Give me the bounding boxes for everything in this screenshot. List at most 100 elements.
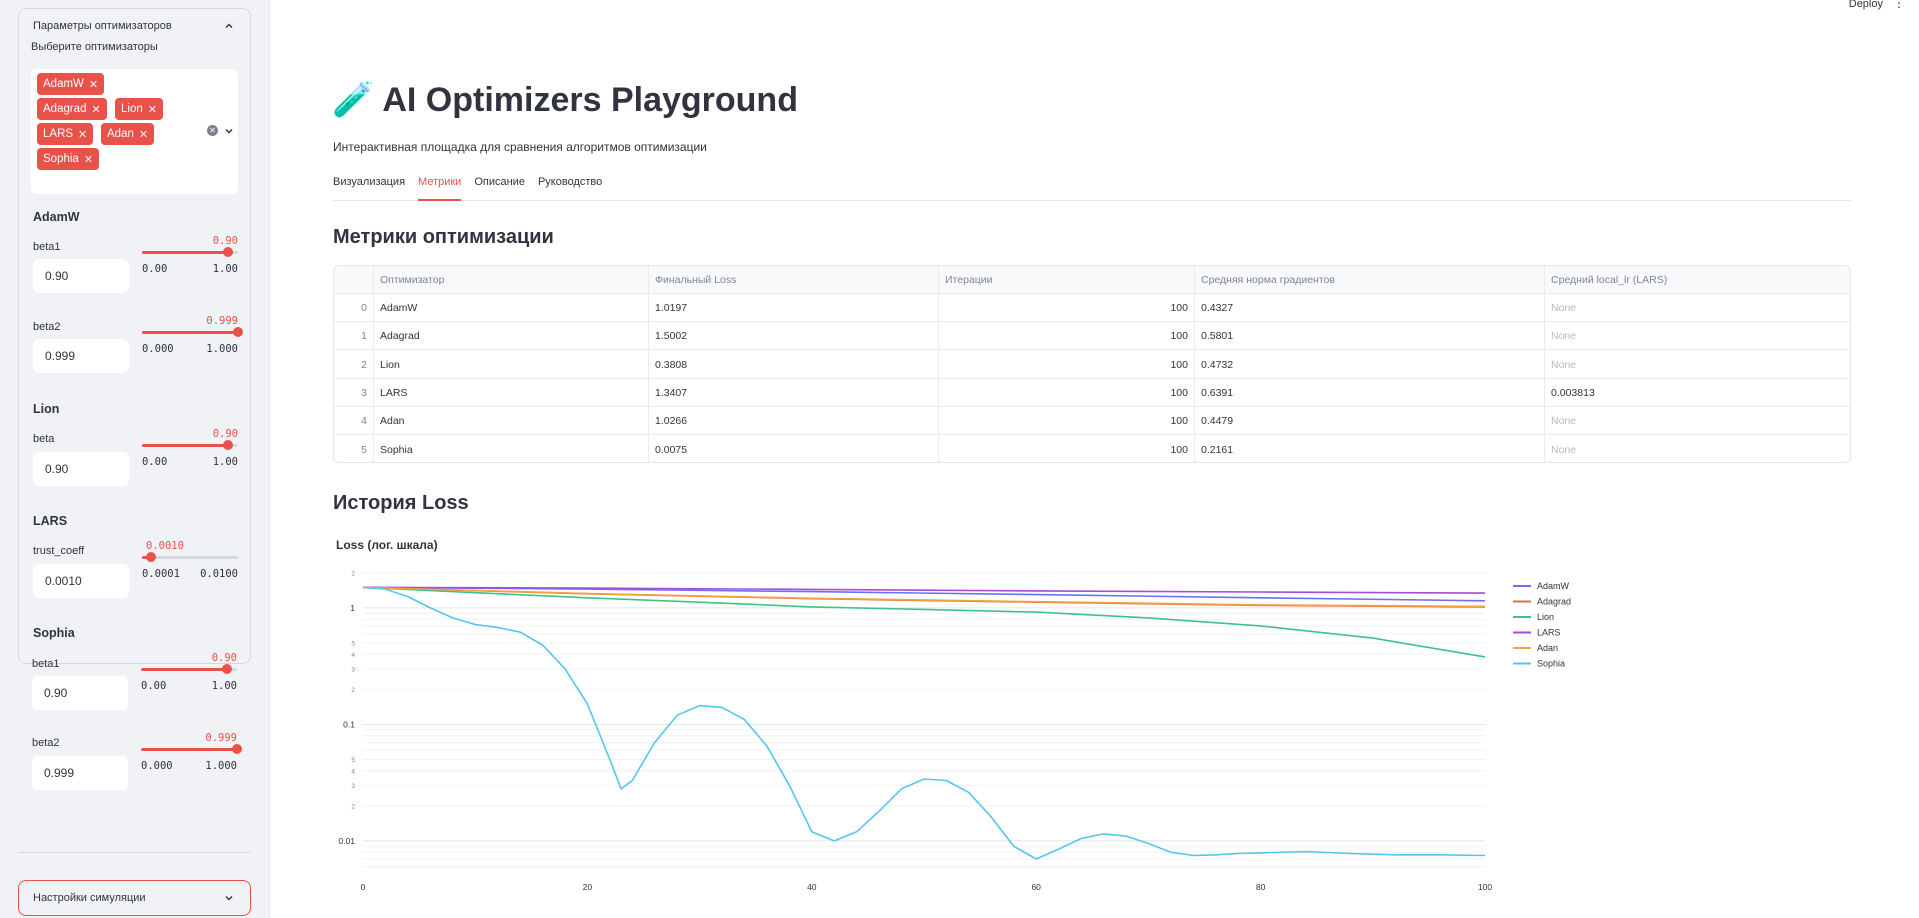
table-header-cell[interactable]: Финальный Loss xyxy=(649,266,939,294)
table-row[interactable]: 5 Sophia 0.0075 100 0.2161 None xyxy=(334,435,1850,463)
tab-description[interactable]: Описание xyxy=(474,176,525,201)
remove-tag-icon[interactable]: ✕ xyxy=(89,78,98,91)
adamw-beta2-input[interactable]: 0.999 xyxy=(33,339,129,373)
remove-tag-icon[interactable]: ✕ xyxy=(139,128,148,141)
table-cell[interactable]: 100 xyxy=(939,322,1195,351)
adamw-beta1-slider[interactable]: 0.90 0.00 1.00 xyxy=(142,235,238,275)
tag-adan[interactable]: Adan ✕ xyxy=(101,123,155,145)
table-cell[interactable]: 0.3808 xyxy=(649,350,939,379)
tab-visualization[interactable]: Визуализация xyxy=(333,176,405,201)
slider-thumb[interactable] xyxy=(223,247,234,257)
table-cell[interactable]: None xyxy=(1545,436,1850,463)
table-cell[interactable]: 4 xyxy=(334,407,374,436)
table-cell[interactable]: 0.6391 xyxy=(1195,378,1545,407)
remove-tag-icon[interactable]: ✕ xyxy=(91,103,100,116)
chevron-up-icon[interactable] xyxy=(222,19,236,33)
sim-settings-expander[interactable]: Настройки симуляции xyxy=(18,880,251,916)
menu-icon[interactable]: ⋮ xyxy=(1893,0,1905,10)
table-row[interactable]: 1 Adagrad 1.5002 100 0.5801 None xyxy=(334,322,1850,351)
table-cell[interactable]: 0.0075 xyxy=(649,435,939,462)
table-cell[interactable]: Adan xyxy=(374,407,649,436)
remove-tag-icon[interactable]: ✕ xyxy=(148,103,157,116)
table-cell[interactable]: 1.0266 xyxy=(649,407,939,436)
tag-sophia[interactable]: Sophia ✕ xyxy=(37,148,100,170)
table-header-cell[interactable] xyxy=(334,266,374,294)
chevron-down-icon[interactable] xyxy=(223,124,235,142)
legend-label[interactable]: Adan xyxy=(1537,643,1558,653)
table-cell[interactable]: 1.5002 xyxy=(649,322,939,351)
deploy-button[interactable]: Deploy xyxy=(1849,0,1883,10)
slider-thumb[interactable] xyxy=(145,552,156,562)
table-cell[interactable]: 0.2161 xyxy=(1195,435,1545,462)
metrics-table[interactable]: Оптимизатор Финальный Loss Итерации Средняя… xyxy=(333,265,1851,463)
table-cell[interactable]: Adagrad xyxy=(374,322,649,351)
table-row[interactable]: 4 Adan 1.0266 100 0.4479 None xyxy=(334,407,1850,436)
table-header-cell[interactable]: Средняя норма градиентов xyxy=(1195,266,1545,294)
table-cell[interactable]: 100 xyxy=(939,407,1195,436)
lars-trust-coeff-input[interactable]: 0.0010 xyxy=(33,564,129,598)
remove-tag-icon[interactable]: ✕ xyxy=(84,153,93,166)
sophia-beta1-slider[interactable]: 0.90 0.00 1.00 xyxy=(141,652,237,692)
slider-thumb[interactable] xyxy=(232,327,243,337)
legend-label[interactable]: Adagrad xyxy=(1537,597,1571,607)
lion-beta-slider[interactable]: 0.90 0.00 1.00 xyxy=(142,428,238,468)
legend-label[interactable]: LARS xyxy=(1537,628,1561,638)
table-cell[interactable]: 3 xyxy=(334,378,374,407)
table-cell[interactable]: 0.4732 xyxy=(1195,350,1545,379)
adamw-beta1-input[interactable]: 0.90 xyxy=(33,259,129,293)
table-cell[interactable]: 0.003813 xyxy=(1545,379,1850,407)
table-header-cell[interactable]: Оптимизатор xyxy=(374,266,649,294)
sophia-beta1-input[interactable]: 0.90 xyxy=(32,676,128,710)
optimizer-params-header[interactable]: Параметры оптимизаторов xyxy=(19,9,250,43)
table-cell[interactable]: 2 xyxy=(334,350,374,379)
legend-label[interactable]: Sophia xyxy=(1537,659,1565,669)
optimizer-multiselect[interactable]: AdamW ✕ Adagrad ✕ Lion ✕ LARS ✕ Adan ✕ Sophia… xyxy=(31,69,238,194)
legend-label[interactable]: Lion xyxy=(1537,612,1554,622)
table-cell[interactable]: 5 xyxy=(334,435,374,462)
table-cell[interactable]: LARS xyxy=(374,378,649,407)
table-cell[interactable]: AdamW xyxy=(374,294,649,322)
chevron-down-icon[interactable] xyxy=(222,891,236,905)
clear-icon[interactable]: ✕ xyxy=(207,125,218,136)
table-cell[interactable]: None xyxy=(1545,407,1850,435)
table-cell[interactable]: 0.4327 xyxy=(1195,294,1545,322)
table-header-cell[interactable]: Итерации xyxy=(939,266,1195,294)
tag-lion[interactable]: Lion ✕ xyxy=(115,98,163,120)
table-cell[interactable]: 1.0197 xyxy=(649,294,939,322)
sim-settings-header[interactable]: Настройки симуляции xyxy=(19,881,250,915)
lion-beta-input[interactable]: 0.90 xyxy=(33,452,129,486)
tag-adagrad[interactable]: Adagrad ✕ xyxy=(37,98,107,120)
sophia-beta2-slider[interactable]: 0.999 0.000 1.000 xyxy=(141,732,242,772)
loss-chart[interactable]: 0.010.112345234520 20 40 60 80 100AdamWAdagra… xyxy=(333,558,1893,898)
series-line-sophia[interactable] xyxy=(362,586,1486,860)
tab-guide[interactable]: Руководство xyxy=(538,176,602,201)
remove-tag-icon[interactable]: ✕ xyxy=(78,128,87,141)
adamw-beta2-slider[interactable]: 0.999 0.000 1.000 xyxy=(142,315,243,355)
legend-label[interactable]: AdamW xyxy=(1537,581,1570,591)
table-cell[interactable]: 1 xyxy=(334,322,374,351)
slider-thumb[interactable] xyxy=(222,664,233,674)
slider-thumb[interactable] xyxy=(223,440,234,450)
table-cell[interactable]: Lion xyxy=(374,350,649,379)
table-cell[interactable]: 100 xyxy=(939,350,1195,379)
tab-metrics[interactable]: Метрики xyxy=(418,176,462,201)
table-cell[interactable]: 0.5801 xyxy=(1195,322,1545,351)
slider-thumb[interactable] xyxy=(231,744,242,754)
table-row[interactable]: 0 AdamW 1.0197 100 0.4327 None xyxy=(334,294,1850,322)
table-cell[interactable]: 100 xyxy=(939,435,1195,462)
sophia-beta2-input[interactable]: 0.999 xyxy=(32,756,128,790)
table-row[interactable]: 2 Lion 0.3808 100 0.4732 None xyxy=(334,350,1850,379)
tag-adamw[interactable]: AdamW ✕ xyxy=(37,73,105,95)
table-cell[interactable]: 100 xyxy=(939,294,1195,322)
lars-trust-coeff-slider[interactable]: 0.0010 0.0001 0.0100 xyxy=(142,540,238,580)
table-cell[interactable]: 0.4479 xyxy=(1195,407,1545,436)
table-cell[interactable]: None xyxy=(1545,322,1850,350)
table-cell[interactable]: 0 xyxy=(334,294,374,322)
table-cell[interactable]: 1.3407 xyxy=(649,378,939,407)
table-cell[interactable]: None xyxy=(1545,351,1850,379)
tag-lars[interactable]: LARS ✕ xyxy=(37,123,94,145)
table-cell[interactable]: 100 xyxy=(939,378,1195,407)
table-row[interactable]: 3 LARS 1.3407 100 0.6391 0.003813 xyxy=(334,378,1850,407)
table-cell[interactable]: None xyxy=(1545,294,1850,322)
table-cell[interactable]: Sophia xyxy=(374,435,649,462)
